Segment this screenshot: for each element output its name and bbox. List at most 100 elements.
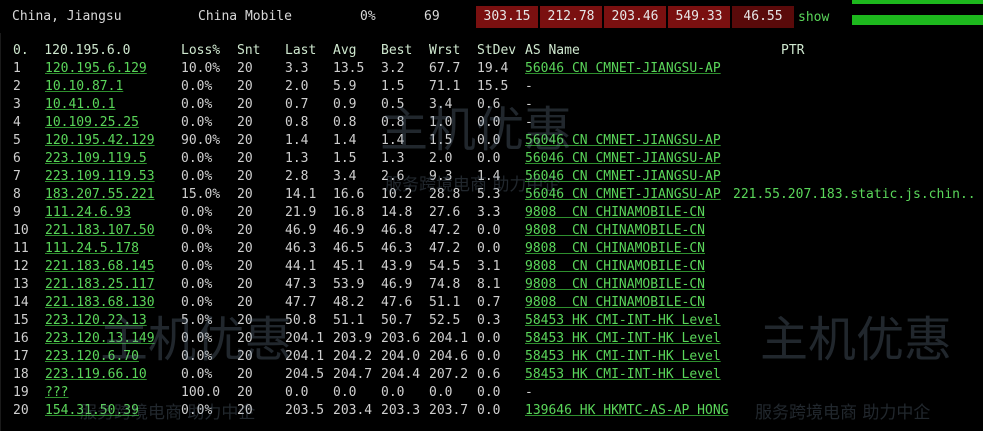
hop-ip[interactable]: 223.109.119.53 xyxy=(45,168,155,186)
hop-ip[interactable]: 221.183.68.130 xyxy=(45,294,155,312)
hop-asname[interactable]: 56046 CN CMNET-JIANGSU-AP xyxy=(525,168,721,186)
table-row: 7 223.109.119.53 0.0% 20 2.8 3.4 2.6 9.3 1.4 5604… xyxy=(1,168,983,186)
hop-ip[interactable]: 223.120.6.70 xyxy=(45,348,139,366)
hop-last: 0.7 xyxy=(285,97,309,112)
hop-avg: 1.5 xyxy=(333,151,357,166)
hop-avg: 203.4 xyxy=(333,403,373,418)
hop-snt: 20 xyxy=(237,223,253,238)
hop-asname[interactable]: 9808 CN CHINAMOBILE-CN xyxy=(525,204,705,222)
hop-ip[interactable]: 223.120.13.149 xyxy=(45,330,155,348)
hop-asname[interactable]: 9808 CN CHINAMOBILE-CN xyxy=(525,240,705,258)
hop-asname[interactable]: 9808 CN CHINAMOBILE-CN xyxy=(525,222,705,240)
hop-ip[interactable]: 10.41.0.1 xyxy=(45,96,115,114)
hop-best: 203.3 xyxy=(381,403,421,418)
hop-loss: 0.0% xyxy=(181,403,213,418)
hop-asname[interactable]: 56046 CN CMNET-JIANGSU-AP xyxy=(525,186,721,204)
table-row: 2 10.10.87.1 0.0% 20 2.0 5.9 1.5 71.1 15.5 - xyxy=(1,78,983,96)
hop-best: 0.5 xyxy=(381,97,405,112)
hop-ip[interactable]: 221.183.25.117 xyxy=(45,276,155,294)
hop-asname[interactable]: 58453 HK CMI-INT-HK Level xyxy=(525,330,721,348)
col-header-ptr: PTR xyxy=(781,43,805,58)
hop-ip[interactable]: 120.195.42.129 xyxy=(45,132,155,150)
hop-ip[interactable]: 120.195.6.129 xyxy=(45,60,147,78)
hop-last: 46.3 xyxy=(285,241,317,256)
table-row: 12 221.183.68.145 0.0% 20 44.1 45.1 43.9 54.5 3.… xyxy=(1,258,983,276)
hop-stdev: 0.7 xyxy=(477,295,501,310)
hop-best: 46.9 xyxy=(381,277,413,292)
table-row: 20 154.31.50.39 0.0% 20 203.5 203.4 203.3 203.7… xyxy=(1,402,983,420)
hop-stdev: 0.0 xyxy=(477,403,501,418)
hop-loss: 0.0% xyxy=(181,331,213,346)
hop-last: 0.8 xyxy=(285,115,309,130)
show-link[interactable]: show xyxy=(798,9,829,27)
hop-asname[interactable]: 56046 CN CMNET-JIANGSU-AP xyxy=(525,60,721,78)
table-row: 16 223.120.13.149 0.0% 20 204.1 203.9 203.6 204… xyxy=(1,330,983,348)
hop-asname[interactable]: 58453 HK CMI-INT-HK Level xyxy=(525,366,721,384)
hop-asname[interactable]: 9808 CN CHINAMOBILE-CN xyxy=(525,276,705,294)
hop-asname[interactable]: 139646 HK HKMTC-AS-AP HONG xyxy=(525,402,729,420)
hop-asname[interactable]: 56046 CN CMNET-JIANGSU-AP xyxy=(525,150,721,168)
hop-ip[interactable]: 10.10.87.1 xyxy=(45,78,123,96)
hop-ip[interactable]: 221.183.68.145 xyxy=(45,258,155,276)
hop-loss: 0.0% xyxy=(181,115,213,130)
hop-ip[interactable]: 154.31.50.39 xyxy=(45,402,139,420)
loss-value: 0% xyxy=(360,9,376,24)
col-header-stdev: StDev xyxy=(477,43,517,58)
hop-ip[interactable]: 221.183.107.50 xyxy=(45,222,155,240)
hop-asname[interactable]: 58453 HK CMI-INT-HK Level xyxy=(525,348,721,366)
hop-best: 43.9 xyxy=(381,259,413,274)
hop-asname: - xyxy=(525,385,533,400)
table-row: 6 223.109.119.5 0.0% 20 1.3 1.5 1.3 2.0 0.0 56046… xyxy=(1,150,983,168)
table-row: 13 221.183.25.117 0.0% 20 47.3 53.9 46.9 74.8 8.… xyxy=(1,276,983,294)
hop-stdev: 0.0 xyxy=(477,385,501,400)
hop-snt: 20 xyxy=(237,79,253,94)
table-row: 1 120.195.6.129 10.0% 20 3.3 13.5 3.2 67.7 19.4 5… xyxy=(1,60,983,78)
col-header-asname: AS Name xyxy=(525,43,580,58)
hop-snt: 20 xyxy=(237,403,253,418)
hop-ip[interactable]: 223.120.22.13 xyxy=(45,312,147,330)
hop-loss: 0.0% xyxy=(181,223,213,238)
hop-loss: 0.0% xyxy=(181,241,213,256)
hop-best: 204.4 xyxy=(381,367,421,382)
hop-ip[interactable]: 223.119.66.10 xyxy=(45,366,147,384)
hop-ip[interactable]: 111.24.5.178 xyxy=(45,240,139,258)
hop-best: 10.2 xyxy=(381,187,413,202)
hop-loss: 0.0% xyxy=(181,295,213,310)
hop-last: 47.3 xyxy=(285,277,317,292)
hop-asname[interactable]: 58453 HK CMI-INT-HK Level xyxy=(525,312,721,330)
hop-asname[interactable]: 56046 CN CMNET-JIANGSU-AP xyxy=(525,132,721,150)
hop-wrst: 67.7 xyxy=(429,61,461,76)
hop-number: 14 xyxy=(13,295,29,310)
hop-best: 1.4 xyxy=(381,133,405,148)
hop-last: 3.3 xyxy=(285,61,309,76)
hop-snt: 20 xyxy=(237,277,253,292)
hop-last: 46.9 xyxy=(285,223,317,238)
hop-avg: 51.1 xyxy=(333,313,365,328)
hop-snt: 20 xyxy=(237,259,253,274)
hop-avg: 16.8 xyxy=(333,205,365,220)
hop-ip[interactable]: 10.109.25.25 xyxy=(45,114,139,132)
hop-loss: 0.0% xyxy=(181,151,213,166)
hop-ip[interactable]: 111.24.6.93 xyxy=(45,204,131,222)
hop-asname[interactable]: 9808 CN CHINAMOBILE-CN xyxy=(525,258,705,276)
table-row: 9 111.24.6.93 0.0% 20 21.9 16.8 14.8 27.6 3.3 980… xyxy=(1,204,983,222)
col-header-last: Last xyxy=(285,43,317,58)
hop-number: 1 xyxy=(13,61,21,76)
hop-asname[interactable]: 9808 CN CHINAMOBILE-CN xyxy=(525,294,705,312)
table-row: 11 111.24.5.178 0.0% 20 46.3 46.5 46.3 47.2 0.0 9… xyxy=(1,240,983,258)
hop-number: 7 xyxy=(13,169,21,184)
isp-label: China Mobile xyxy=(198,9,292,24)
hop-ip[interactable]: 223.109.119.5 xyxy=(45,150,147,168)
hop-snt: 20 xyxy=(237,295,253,310)
metric-worst: 549.33 xyxy=(668,6,730,28)
hop-wrst: 52.5 xyxy=(429,313,461,328)
hop-asname: - xyxy=(525,115,533,130)
hop-best: 50.7 xyxy=(381,313,413,328)
hop-number: 2 xyxy=(13,79,21,94)
hop-last: 0.0 xyxy=(285,385,309,400)
table-row: 17 223.120.6.70 0.0% 20 204.1 204.2 204.0 204.6… xyxy=(1,348,983,366)
table-row: 15 223.120.22.13 5.0% 20 50.8 51.1 50.7 52.5 0.3… xyxy=(1,312,983,330)
hop-wrst: 9.3 xyxy=(429,169,453,184)
hop-ip[interactable]: 183.207.55.221 xyxy=(45,186,155,204)
hop-avg: 53.9 xyxy=(333,277,365,292)
